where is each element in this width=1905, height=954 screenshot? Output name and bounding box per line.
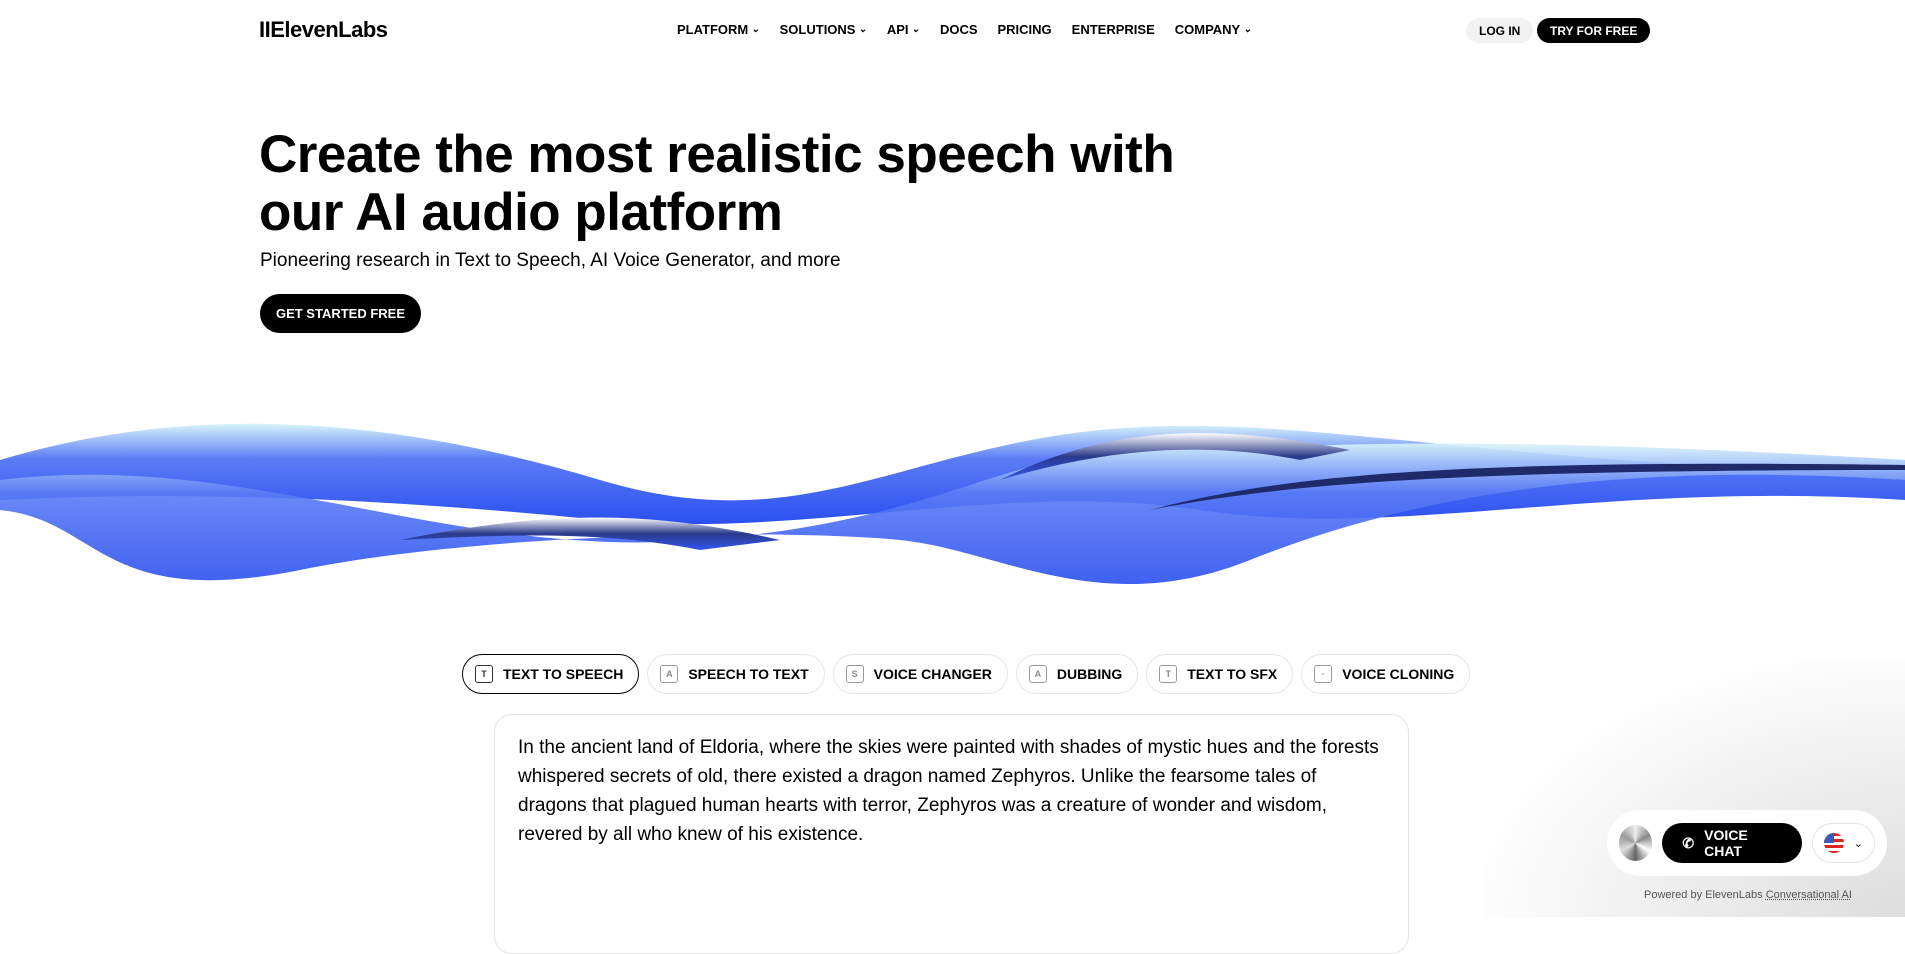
nav-link-label: DOCS [939, 22, 978, 37]
nav-link-platform[interactable]: PLATFORM ⌄ [677, 22, 760, 37]
product-tabs: T TEXT TO SPEECH A SPEECH TO TEXT S VOICE CHA… [462, 654, 1471, 694]
nav-link-solutions[interactable]: SOLUTIONS ⌄ [780, 22, 867, 37]
nav-link-label: PLATFORM [677, 22, 749, 37]
tab-text-to-speech[interactable]: T TEXT TO SPEECH [462, 654, 640, 694]
tab-label: DUBBING [1056, 666, 1123, 682]
nav-link-api[interactable]: API ⌄ [887, 22, 920, 37]
voice-chat-widget: ✆ VOICE CHAT ⌄ [1607, 810, 1887, 876]
nav-link-pricing[interactable]: PRICING [998, 22, 1052, 37]
tab-label: VOICE CHANGER [873, 666, 992, 682]
get-started-button[interactable]: GET STARTED FREE [260, 294, 421, 333]
voice-chat-button[interactable]: ✆ VOICE CHAT [1662, 823, 1802, 863]
tab-icon: A [1028, 665, 1047, 683]
tab-voice-cloning[interactable]: · VOICE CLONING [1301, 654, 1471, 694]
language-select[interactable]: ⌄ [1811, 823, 1875, 863]
nav-link-label: COMPANY [1174, 22, 1241, 37]
logo[interactable]: IIElevenLabs [259, 17, 388, 43]
nav-link-label: API [886, 22, 909, 37]
chevron-down-icon: ⌄ [1853, 837, 1863, 850]
page-title: Create the most realistic speech with ou… [259, 125, 1175, 242]
tab-icon: T [475, 665, 493, 683]
widget-shadow [1485, 657, 1905, 917]
tab-voice-changer[interactable]: S VOICE CHANGER [832, 654, 1008, 694]
editor-text[interactable]: In the ancient land of Eldoria, where th… [518, 733, 1385, 849]
tab-text-to-sfx[interactable]: T TEXT TO SFX [1146, 654, 1294, 694]
tab-dubbing[interactable]: A DUBBING [1015, 654, 1139, 694]
phone-icon: ✆ [1682, 834, 1695, 851]
top-nav: IIElevenLabs PLATFORM ⌄ SOLUTIONS ⌄ API ⌄ DOCS… [0, 0, 1905, 60]
login-button[interactable]: LOG IN [1466, 18, 1534, 43]
nav-link-company[interactable]: COMPANY ⌄ [1175, 22, 1252, 37]
us-flag-icon [1823, 833, 1844, 853]
nav-link-docs[interactable]: DOCS [940, 22, 978, 37]
tab-icon: A [660, 665, 679, 683]
nav-links: PLATFORM ⌄ SOLUTIONS ⌄ API ⌄ DOCS PRICING ENTERP… [677, 22, 1252, 37]
voice-chat-label: VOICE CHAT [1704, 827, 1748, 859]
try-for-free-button[interactable]: TRY FOR FREE [1537, 18, 1651, 43]
tab-label: TEXT TO SPEECH [503, 666, 624, 682]
tab-icon: S [845, 665, 864, 683]
nav-link-label: PRICING [997, 22, 1052, 37]
nav-link-label: ENTERPRISE [1071, 22, 1155, 37]
subtitle: Pioneering research in Text to Speech, A… [260, 250, 841, 271]
tab-speech-to-text[interactable]: A SPEECH TO TEXT [647, 654, 825, 694]
chevron-down-icon: ⌄ [1243, 24, 1252, 35]
nav-link-label: SOLUTIONS [779, 22, 856, 37]
agent-orb-icon [1619, 825, 1653, 861]
tab-icon: · [1314, 665, 1333, 683]
chevron-down-icon: ⌄ [911, 24, 920, 35]
tab-label: SPEECH TO TEXT [688, 666, 809, 682]
tab-label: TEXT TO SFX [1187, 666, 1278, 682]
chevron-down-icon: ⌄ [858, 24, 867, 35]
conversational-ai-link[interactable]: Conversational AI [1766, 889, 1852, 901]
powered-by: Powered by ElevenLabs Conversational AI [1644, 889, 1852, 901]
tab-label: VOICE CLONING [1342, 666, 1455, 682]
chevron-down-icon: ⌄ [751, 24, 760, 35]
audio-wave-graphic [0, 423, 1905, 585]
text-input-area[interactable]: In the ancient land of Eldoria, where th… [494, 714, 1409, 954]
nav-link-enterprise[interactable]: ENTERPRISE [1072, 22, 1155, 37]
powered-text: Powered by ElevenLabs [1644, 889, 1766, 901]
tab-icon: T [1159, 665, 1178, 683]
